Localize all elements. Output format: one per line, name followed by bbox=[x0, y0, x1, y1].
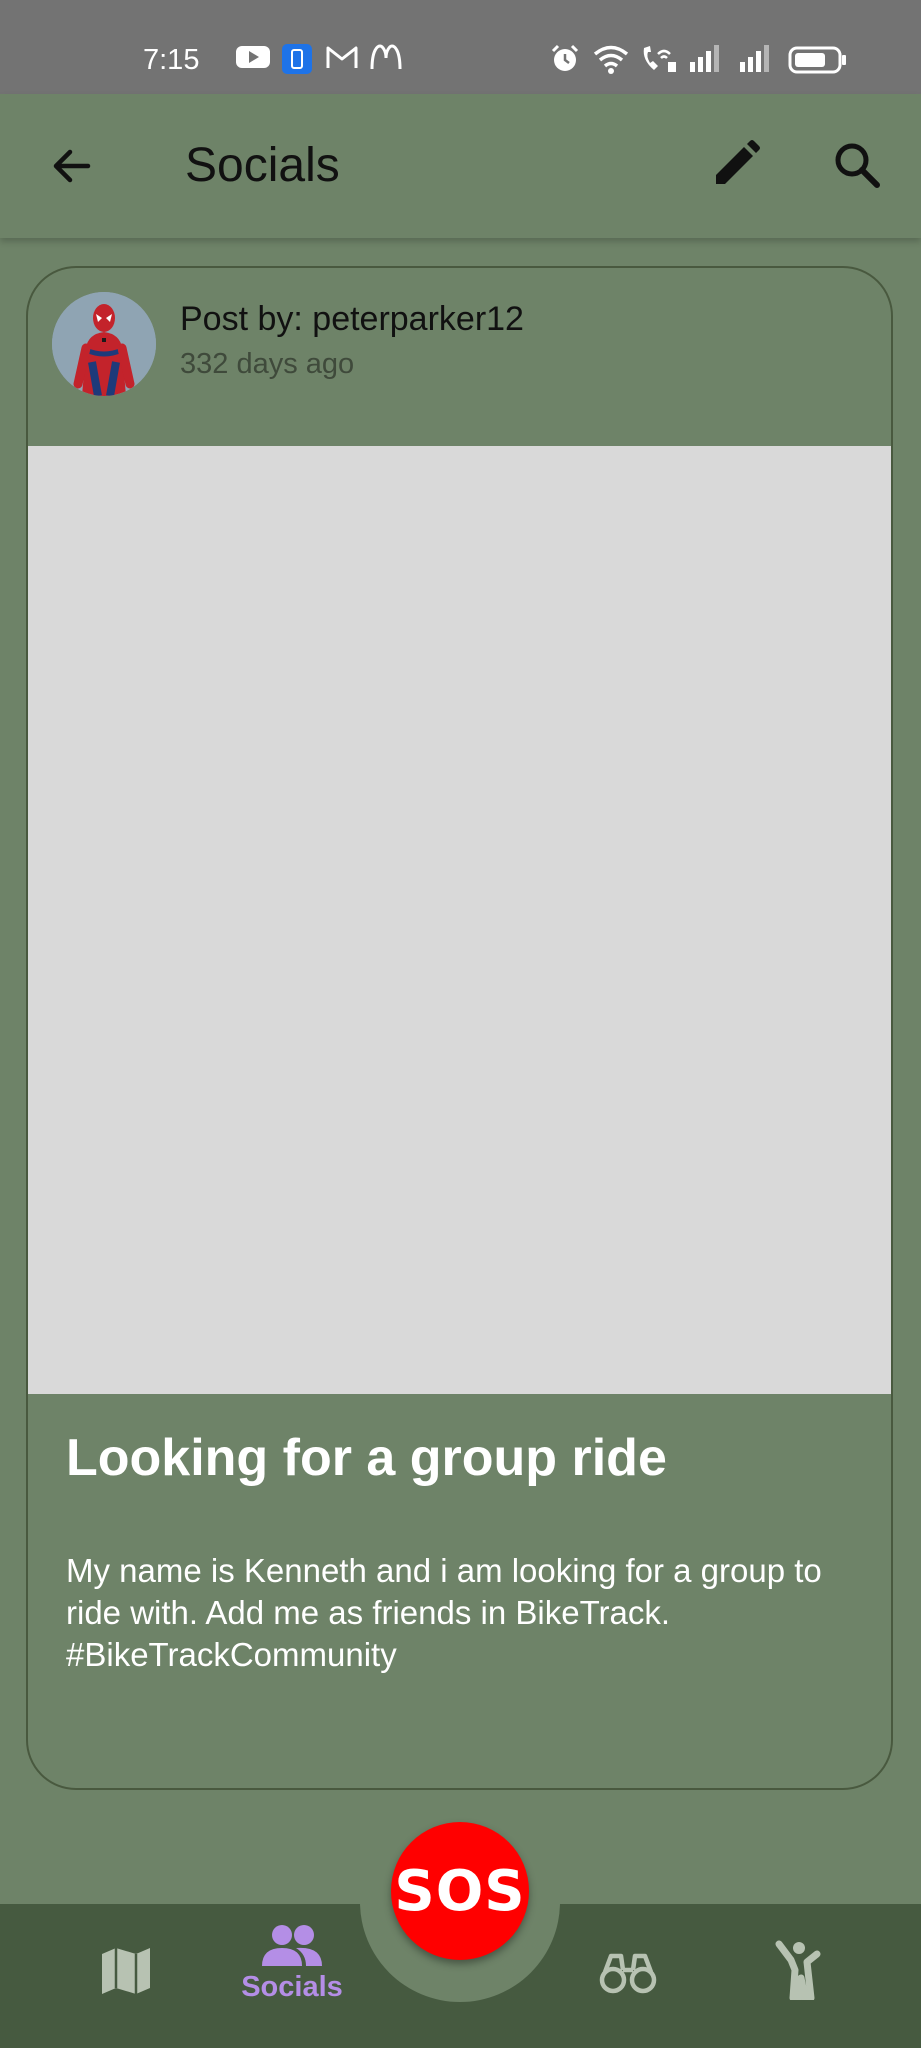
people-icon bbox=[262, 1925, 322, 1966]
post-card[interactable]: Post by: peterparker12 332 days ago Look… bbox=[26, 266, 893, 1790]
nav-item-map[interactable] bbox=[96, 1946, 156, 2006]
youtube-icon bbox=[236, 46, 270, 68]
status-time: 7:15 bbox=[143, 44, 200, 76]
phone-app-icon bbox=[282, 44, 312, 74]
spiderman-avatar-image bbox=[52, 292, 156, 396]
page-title: Socials bbox=[185, 139, 340, 192]
alarm-icon bbox=[551, 44, 579, 71]
post-age: 332 days ago bbox=[180, 348, 355, 380]
post-body: My name is Kenneth and i am looking for … bbox=[66, 1552, 822, 1673]
nav-item-activity[interactable] bbox=[770, 1940, 830, 2006]
avatar[interactable] bbox=[52, 292, 156, 396]
post-author[interactable]: Post by: peterparker12 bbox=[180, 300, 524, 339]
battery-icon bbox=[788, 46, 846, 74]
wifi-calling-icon bbox=[643, 46, 676, 72]
arrow-back-icon[interactable] bbox=[48, 142, 96, 190]
signal-icon bbox=[690, 45, 719, 72]
map-icon bbox=[102, 1948, 150, 1994]
app-bar: Socials bbox=[0, 94, 921, 238]
post-title: Looking for a group ride bbox=[66, 1429, 667, 1487]
binoculars-icon bbox=[599, 1953, 657, 1994]
mcdonalds-icon bbox=[370, 44, 402, 70]
person-waving-icon bbox=[775, 1940, 821, 2002]
post-image-placeholder[interactable] bbox=[28, 446, 891, 1394]
nav-label-socials: Socials bbox=[241, 1971, 343, 2003]
wifi-icon bbox=[593, 45, 629, 74]
status-bar: 7:15 bbox=[0, 0, 921, 94]
nav-item-socials[interactable]: Socials bbox=[222, 1924, 362, 2028]
sos-label: SOS bbox=[394, 1858, 526, 1924]
sos-button[interactable]: SOS bbox=[391, 1822, 529, 1960]
nav-item-explore[interactable] bbox=[598, 1952, 658, 2004]
search-icon[interactable] bbox=[832, 140, 882, 190]
edit-pencil-icon[interactable] bbox=[710, 138, 762, 190]
gmail-icon bbox=[326, 46, 358, 68]
signal-icon-2 bbox=[740, 45, 769, 72]
